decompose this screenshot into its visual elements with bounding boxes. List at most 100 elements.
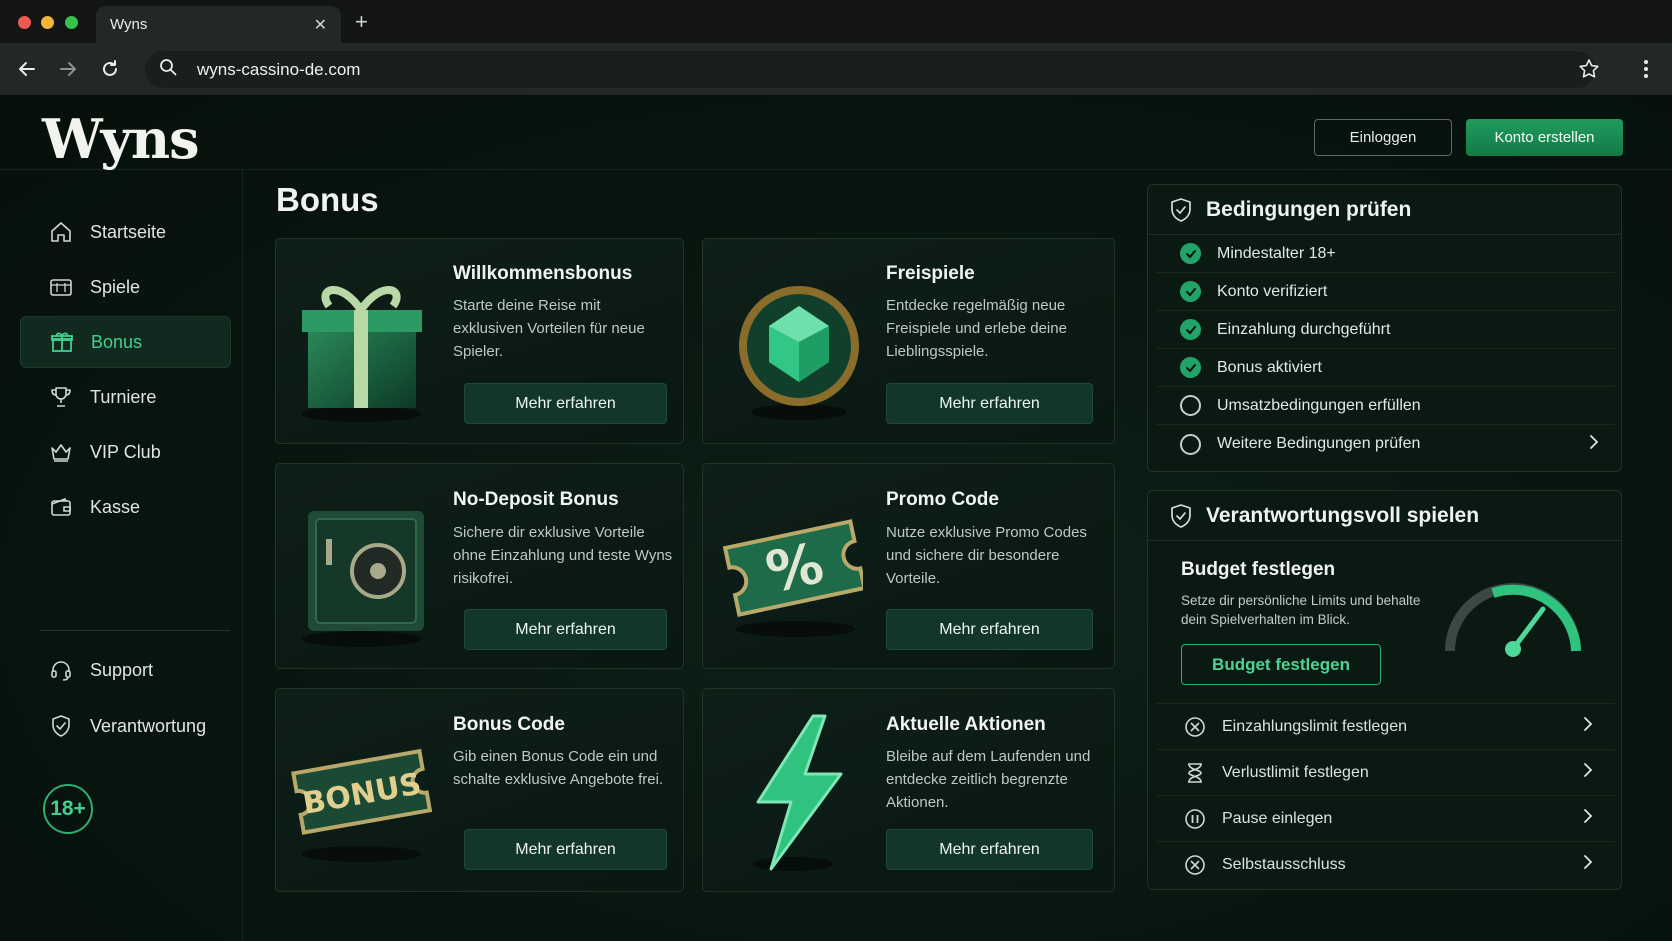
signup-button[interactable]: Konto erstellen (1466, 119, 1623, 156)
chevron-right-icon (1583, 762, 1593, 783)
search-icon (159, 58, 177, 81)
maximize-window-button[interactable] (65, 16, 78, 29)
sidebar-item-turniere[interactable]: Turniere (20, 371, 231, 423)
card-title: No-Deposit Bonus (453, 489, 619, 510)
resp-item-label: Pause einlegen (1222, 809, 1333, 827)
resp-item-selbstausschluss[interactable]: Selbstausschluss (1156, 841, 1615, 887)
sidebar-item-bonus[interactable]: Bonus (20, 316, 231, 368)
sidebar-item-label: VIP Club (90, 441, 161, 462)
shield-check-icon (1170, 503, 1192, 528)
browser-toolbar: wyns-cassino-de.com (0, 43, 1672, 95)
budget-description: Setze dir persönliche Limits und behalte… (1181, 593, 1421, 627)
sidebar-item-support[interactable]: Support (20, 644, 231, 696)
card-description: Bleibe auf dem Laufenden und entdecke ze… (886, 748, 1091, 811)
mehr-erfahren-button[interactable]: Mehr erfahren (886, 829, 1093, 870)
resp-item-label: Einzahlungslimit festlegen (1222, 717, 1407, 735)
wallet-icon (48, 494, 74, 520)
check-icon (1180, 319, 1201, 340)
responsible-title: Verantwortungsvoll spielen (1206, 503, 1480, 527)
reload-icon[interactable] (96, 55, 124, 83)
mehr-erfahren-button[interactable]: Mehr erfahren (464, 829, 667, 870)
bonus-card-promo-code: % Promo Code Nutze exklusive Promo Codes… (702, 463, 1115, 669)
check-icon (1180, 243, 1201, 264)
card-description: Gib einen Bonus Code ein und schalte exk… (453, 748, 664, 788)
conditions-header: Bedingungen prüfen (1148, 185, 1621, 235)
sidebar-item-verantwortung[interactable]: Verantwortung (20, 700, 231, 752)
condition-row: Konto verifiziert (1156, 273, 1615, 311)
chevron-right-icon (1583, 854, 1593, 875)
safe-icon (286, 479, 436, 654)
card-title: Promo Code (886, 489, 999, 510)
bonus-card-freispiele: Freispiele Entdecke regelmäßig neue Frei… (702, 238, 1115, 444)
sidebar-item-vip-club[interactable]: VIP Club (20, 426, 231, 478)
resp-item-label: Verlustlimit festlegen (1222, 763, 1369, 781)
browser-tab[interactable]: Wyns ✕ (96, 6, 341, 43)
browser-menu-icon[interactable] (1636, 55, 1656, 88)
sidebar-item-label: Kasse (90, 496, 141, 517)
shield-check-icon (1170, 197, 1192, 222)
forward-arrow-icon[interactable] (54, 55, 82, 83)
chevron-right-icon (1589, 434, 1599, 455)
page: Wyns Einloggen Konto erstellen Startseit… (0, 95, 1672, 941)
condition-row: Mindestalter 18+ (1156, 235, 1615, 273)
bonus-card-bonus-code: BONUS Bonus Code Gib einen Bonus Code ei… (275, 688, 684, 892)
sidebar-item-label: Turniere (90, 386, 157, 407)
minimize-window-button[interactable] (41, 16, 54, 29)
back-arrow-icon[interactable] (13, 55, 41, 83)
gift-icon (49, 329, 75, 355)
budget-festlegen-button[interactable]: Budget festlegen (1181, 644, 1381, 685)
resp-item-verlustlimit[interactable]: Verlustlimit festlegen (1156, 749, 1615, 795)
close-window-button[interactable] (18, 16, 31, 29)
sidebar-item-label: Spiele (90, 276, 141, 297)
condition-label: Weitere Bedingungen prüfen (1217, 435, 1421, 452)
percent-ticket-icon: % (713, 479, 867, 654)
tab-title: Wyns (110, 16, 148, 33)
condition-label: Umsatzbedingungen erfüllen (1217, 396, 1421, 414)
speedometer-icon (1438, 571, 1588, 666)
sidebar-item-label: Bonus (91, 331, 143, 352)
more-conditions-row[interactable]: Weitere Bedingungen prüfen (1156, 425, 1615, 463)
condition-row: Einzahlung durchgeführt (1156, 311, 1615, 349)
trophy-icon (48, 384, 74, 410)
conditions-panel: Bedingungen prüfen Mindestalter 18+ Kont… (1147, 184, 1622, 472)
mehr-erfahren-button[interactable]: Mehr erfahren (886, 609, 1093, 650)
mehr-erfahren-button[interactable]: Mehr erfahren (464, 383, 667, 424)
logo[interactable]: Wyns (42, 107, 199, 171)
condition-row: Bonus aktiviert (1156, 349, 1615, 387)
bonus-card-aktuelle-aktionen: Aktuelle Aktionen Bleibe auf dem Laufend… (702, 688, 1115, 892)
new-tab-button[interactable]: + (355, 9, 368, 35)
responsible-header: Verantwortungsvoll spielen (1148, 491, 1621, 541)
condition-label: Mindestalter 18+ (1217, 244, 1336, 262)
mehr-erfahren-button[interactable]: Mehr erfahren (464, 609, 667, 650)
condition-label: Konto verifiziert (1217, 282, 1328, 300)
card-description: Nutze exklusive Promo Codes und sichere … (886, 524, 1087, 587)
page-title: Bonus (276, 181, 379, 218)
card-description: Starte deine Reise mit exklusiven Vortei… (453, 297, 645, 360)
sidebar-item-startseite[interactable]: Startseite (20, 206, 231, 258)
home-icon (48, 219, 74, 245)
tab-close-icon[interactable]: ✕ (314, 15, 327, 35)
bonus-ticket-icon: BONUS (286, 704, 436, 879)
crown-icon (48, 439, 74, 465)
bonus-card-no-deposit: No-Deposit Bonus Sichere dir exklusive V… (275, 463, 684, 669)
login-button[interactable]: Einloggen (1314, 119, 1452, 156)
responsible-gaming-panel: Verantwortungsvoll spielen Budget festle… (1147, 490, 1622, 890)
bookmark-star-icon[interactable] (1575, 55, 1603, 88)
condition-label: Einzahlung durchgeführt (1217, 320, 1391, 338)
mehr-erfahren-button[interactable]: Mehr erfahren (886, 383, 1093, 424)
url-text: wyns-cassino-de.com (197, 59, 361, 79)
address-bar[interactable]: wyns-cassino-de.com (145, 51, 1595, 88)
gift-box-icon (286, 254, 436, 429)
sidebar: Startseite Spiele Bonus Turniere VIP Clu… (0, 170, 243, 941)
resp-item-pause[interactable]: Pause einlegen (1156, 795, 1615, 841)
budget-title: Budget festlegen (1181, 559, 1336, 580)
check-icon (1180, 281, 1201, 302)
resp-item-einzahlungslimit[interactable]: Einzahlungslimit festlegen (1156, 703, 1615, 749)
sidebar-item-kasse[interactable]: Kasse (20, 481, 231, 533)
exclusion-icon (1184, 854, 1206, 876)
sidebar-item-label: Verantwortung (90, 715, 207, 736)
headset-icon (48, 657, 74, 683)
sidebar-item-spiele[interactable]: Spiele (20, 261, 231, 313)
resp-item-label: Selbstausschluss (1222, 855, 1346, 873)
card-description: Sichere dir exklusive Vorteile ohne Einz… (453, 524, 673, 587)
